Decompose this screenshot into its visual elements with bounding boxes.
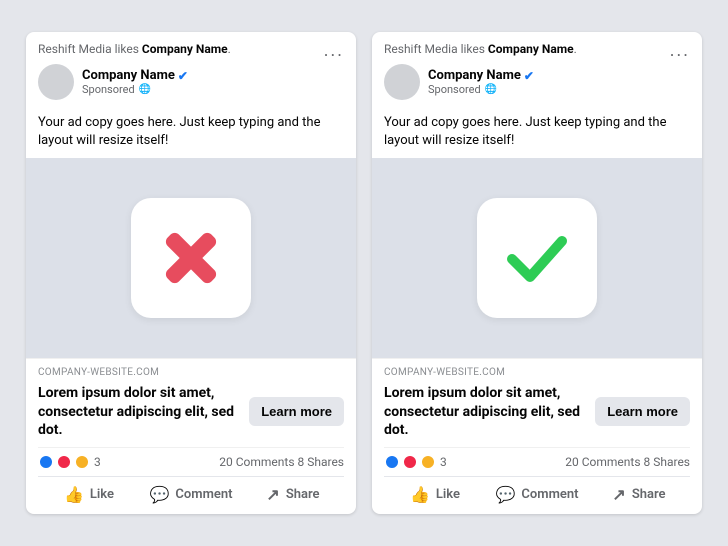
image-area-1 — [26, 158, 356, 358]
comment-button-2[interactable]: 💬 Comment — [486, 479, 588, 510]
reactions-left-2: 3 — [384, 454, 447, 470]
profile-name-1: Company Name ✔ — [82, 68, 188, 83]
dot-blue-1 — [38, 454, 54, 470]
like-icon-2: 👍 — [410, 485, 430, 504]
comments-shares-1: 20 Comments 8 Shares — [219, 455, 344, 469]
website-url-2: COMPANY-WEBSITE.COM — [384, 367, 690, 378]
reaction-dots-1 — [38, 454, 90, 470]
reaction-dots-2 — [384, 454, 436, 470]
actions-bar-1: 👍 Like 💬 Comment ↗ Share — [38, 476, 344, 514]
ad-headline-1: Lorem ipsum dolor sit amet, consectetur … — [38, 384, 249, 439]
likes-bar-2: Reshift Media likes Company Name. ... — [384, 42, 690, 56]
image-area-2 — [372, 158, 702, 358]
card-header-1: Reshift Media likes Company Name. ... Co… — [26, 32, 356, 106]
avatar-1 — [38, 64, 74, 100]
more-dots-2[interactable]: ... — [670, 42, 690, 60]
profile-info-1: Company Name ✔ Sponsored 🌐 — [82, 68, 188, 96]
sponsored-row-2: Sponsored 🌐 — [428, 83, 534, 96]
avatar-2 — [384, 64, 420, 100]
learn-more-button-1[interactable]: Learn more — [249, 397, 344, 426]
card-header-2: Reshift Media likes Company Name. ... Co… — [372, 32, 702, 106]
comment-icon-1: 💬 — [150, 485, 170, 504]
reactions-count-2: 3 — [440, 455, 447, 469]
sponsored-row-1: Sponsored 🌐 — [82, 83, 188, 96]
profile-row-1: Company Name ✔ Sponsored 🌐 — [38, 64, 344, 100]
share-button-1[interactable]: ↗ Share — [242, 479, 344, 510]
reactions-left-1: 3 — [38, 454, 101, 470]
cross-icon — [156, 223, 226, 293]
dot-blue-2 — [384, 454, 400, 470]
ad-headline-2: Lorem ipsum dolor sit amet, consectetur … — [384, 384, 595, 439]
ad-copy-2: Your ad copy goes here. Just keep typing… — [372, 106, 702, 158]
ad-copy-1: Your ad copy goes here. Just keep typing… — [26, 106, 356, 158]
actions-bar-2: 👍 Like 💬 Comment ↗ Share — [384, 476, 690, 514]
card-bottom-1: COMPANY-WEBSITE.COM Lorem ipsum dolor si… — [26, 358, 356, 514]
dot-red-1 — [56, 454, 72, 470]
icon-box-cross — [131, 198, 251, 318]
verified-icon-2: ✔ — [524, 69, 534, 83]
ad-footer-2: Lorem ipsum dolor sit amet, consectetur … — [384, 380, 690, 447]
company-name-likes-1: Company Name — [142, 42, 228, 56]
reactions-bar-1: 3 20 Comments 8 Shares — [38, 447, 344, 476]
comments-shares-2: 20 Comments 8 Shares — [565, 455, 690, 469]
profile-info-2: Company Name ✔ Sponsored 🌐 — [428, 68, 534, 96]
dot-yellow-2 — [420, 454, 436, 470]
comment-icon-2: 💬 — [496, 485, 516, 504]
likes-text-1: Reshift Media likes — [38, 42, 142, 56]
reactions-bar-2: 3 20 Comments 8 Shares — [384, 447, 690, 476]
facebook-ad-card-1: Reshift Media likes Company Name. ... Co… — [26, 32, 356, 514]
share-icon-2: ↗ — [612, 485, 625, 504]
globe-icon-1: 🌐 — [139, 84, 151, 95]
dot-red-2 — [402, 454, 418, 470]
profile-row-2: Company Name ✔ Sponsored 🌐 — [384, 64, 690, 100]
facebook-ad-card-2: Reshift Media likes Company Name. ... Co… — [372, 32, 702, 514]
verified-icon-1: ✔ — [178, 69, 188, 83]
like-button-2[interactable]: 👍 Like — [384, 479, 486, 510]
likes-text-2: Reshift Media likes — [384, 42, 488, 56]
profile-name-2: Company Name ✔ — [428, 68, 534, 83]
website-url-1: COMPANY-WEBSITE.COM — [38, 367, 344, 378]
company-name-likes-2: Company Name — [488, 42, 574, 56]
learn-more-button-2[interactable]: Learn more — [595, 397, 690, 426]
like-icon-1: 👍 — [64, 485, 84, 504]
likes-bar-1: Reshift Media likes Company Name. ... — [38, 42, 344, 56]
dot-yellow-1 — [74, 454, 90, 470]
card-bottom-2: COMPANY-WEBSITE.COM Lorem ipsum dolor si… — [372, 358, 702, 514]
ad-footer-1: Lorem ipsum dolor sit amet, consectetur … — [38, 380, 344, 447]
icon-box-check — [477, 198, 597, 318]
comment-button-1[interactable]: 💬 Comment — [140, 479, 242, 510]
like-button-1[interactable]: 👍 Like — [38, 479, 140, 510]
check-icon — [502, 223, 572, 293]
share-icon-1: ↗ — [266, 485, 279, 504]
share-button-2[interactable]: ↗ Share — [588, 479, 690, 510]
reactions-count-1: 3 — [94, 455, 101, 469]
globe-icon-2: 🌐 — [485, 84, 497, 95]
more-dots-1[interactable]: ... — [324, 42, 344, 60]
